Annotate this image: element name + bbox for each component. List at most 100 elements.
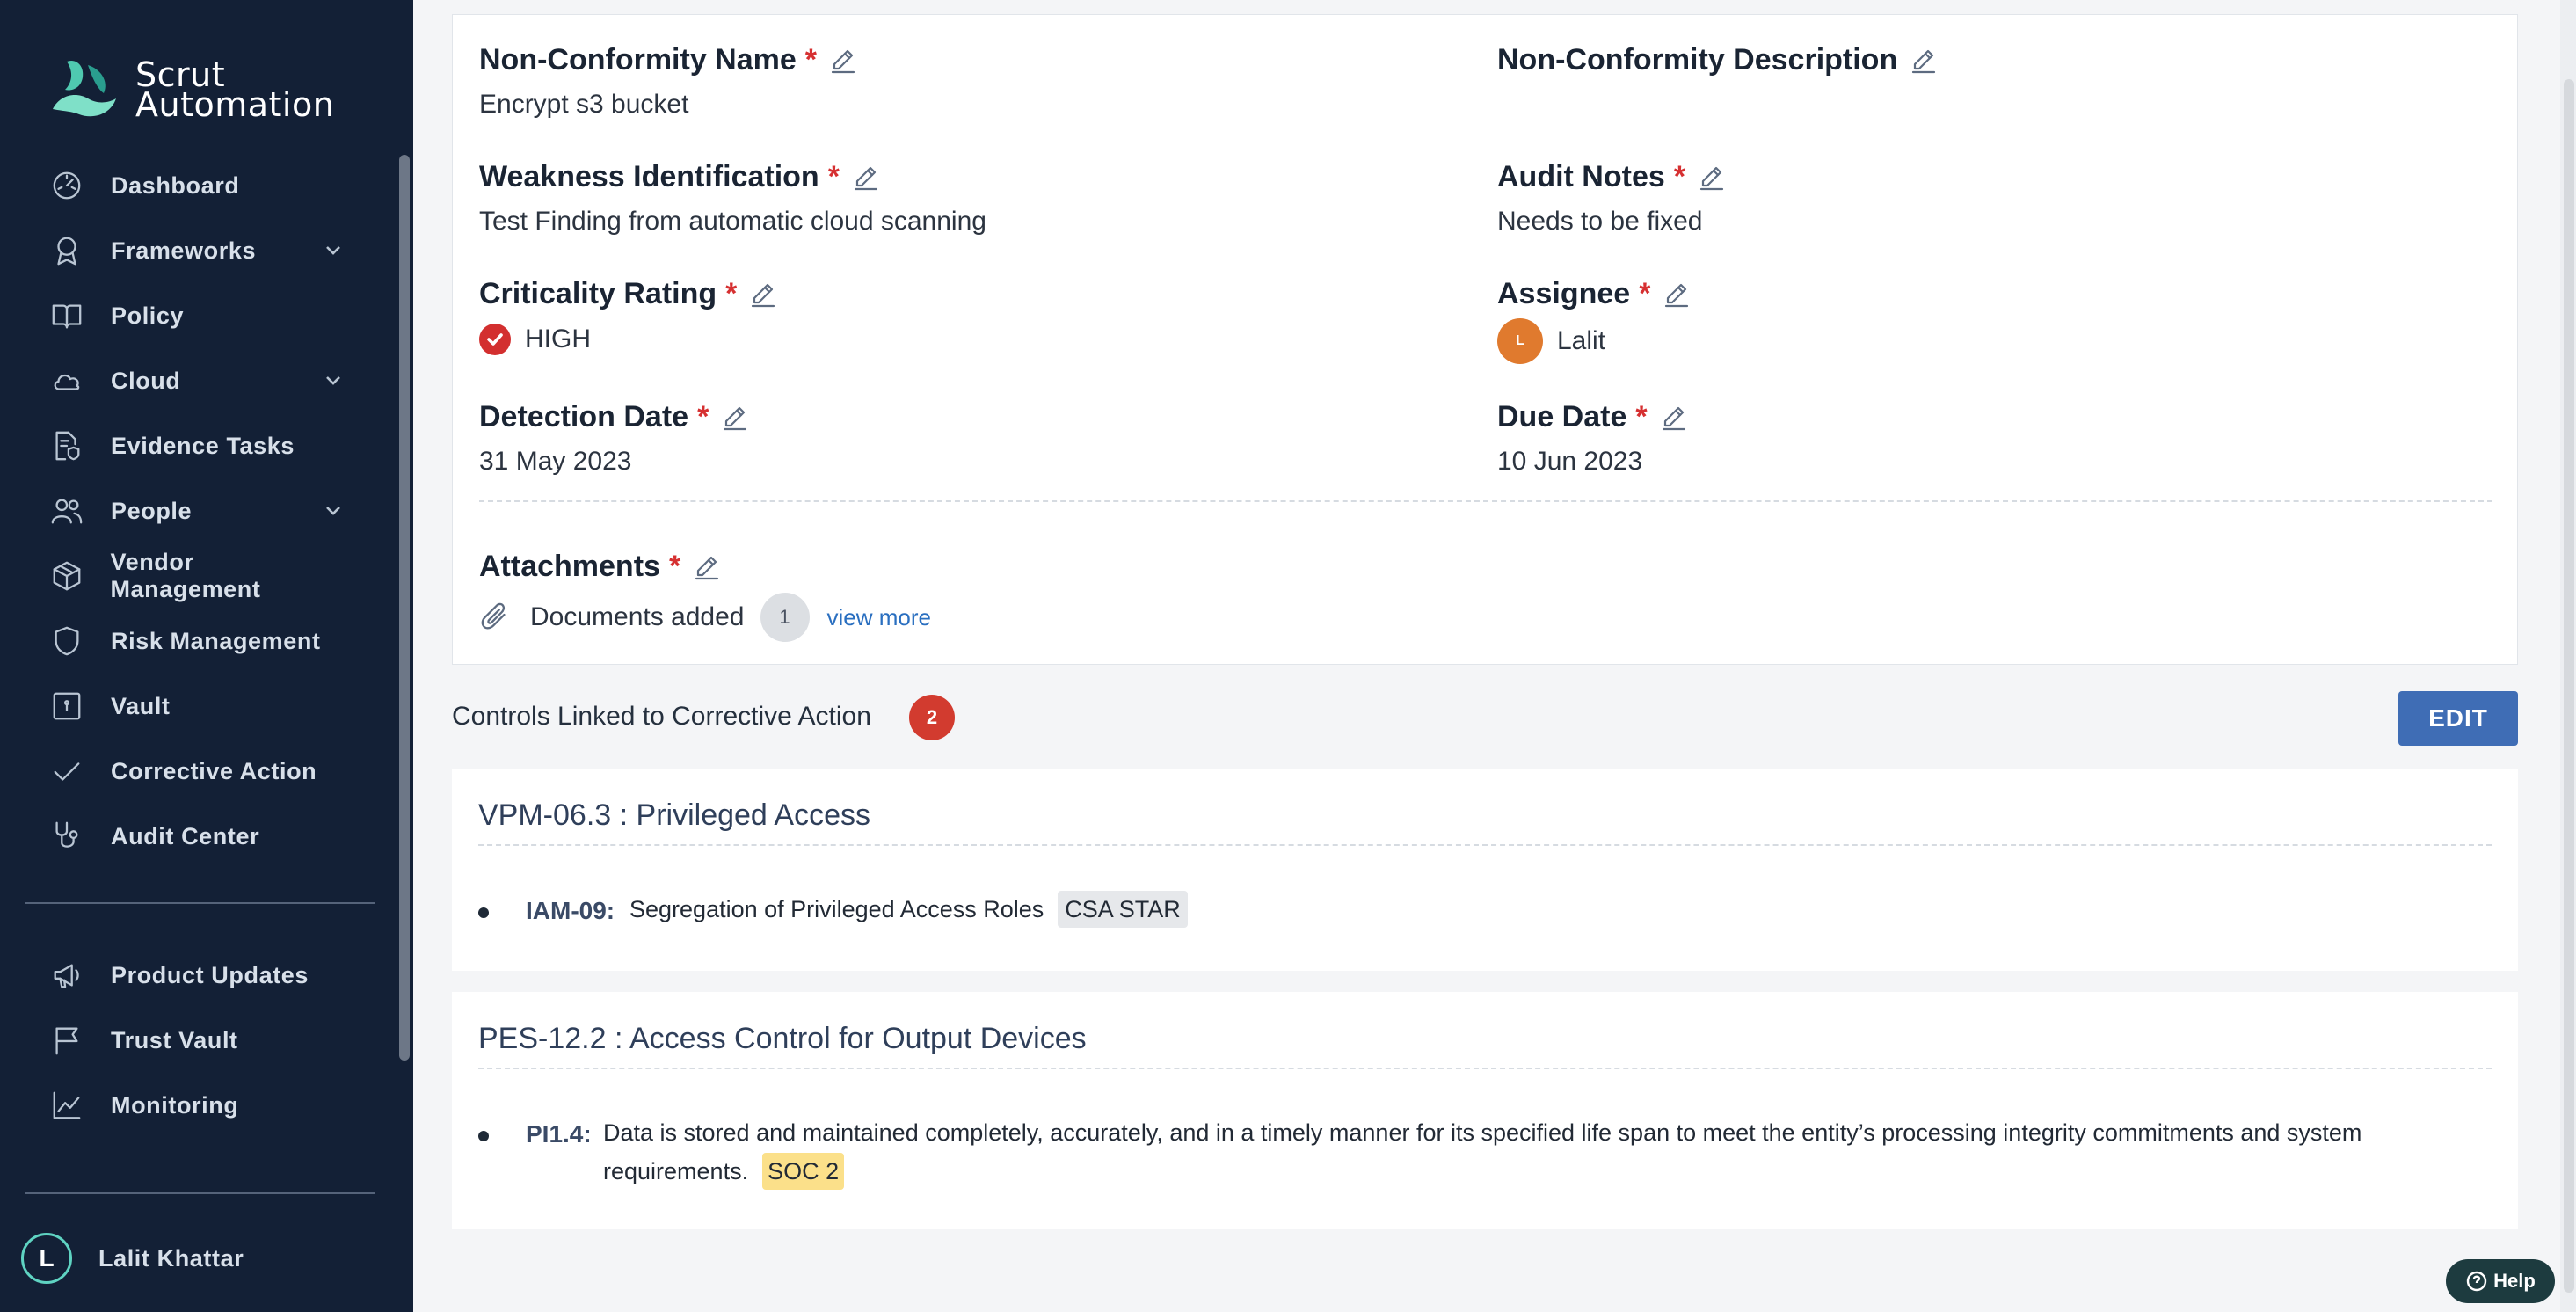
sidebar: Scrut Automation Dashboard Frameworks Po… <box>0 0 413 1312</box>
megaphone-icon <box>49 958 84 993</box>
sidebar-item-label: People <box>111 497 193 524</box>
sidebar-item-dashboard[interactable]: Dashboard <box>49 165 348 206</box>
field-value: Test Finding from automatic cloud scanni… <box>479 207 986 236</box>
brand-name-line2: Automation <box>135 85 335 124</box>
users-icon <box>49 493 84 528</box>
cloud-icon <box>49 363 84 398</box>
pencil-icon[interactable] <box>1698 163 1728 193</box>
avatar: L <box>21 1233 72 1284</box>
sidebar-item-product-updates[interactable]: Product Updates <box>49 955 348 995</box>
field-criticality-rating: Criticality Rating * HIGH <box>479 277 779 355</box>
field-label: Criticality Rating <box>479 277 717 310</box>
linked-control-text: Segregation of Privileged Access Roles <box>629 896 1044 922</box>
linked-control-code: PI1.4: <box>526 1120 592 1148</box>
field-audit-notes: Audit Notes * Needs to be fixed <box>1497 160 1728 237</box>
sidebar-item-evidence-tasks[interactable]: Evidence Tasks <box>49 426 348 466</box>
field-label: Detection Date <box>479 400 689 434</box>
sidebar-item-frameworks[interactable]: Frameworks <box>49 230 348 271</box>
edit-button[interactable]: EDIT <box>2398 691 2518 746</box>
control-card: PES-12.2 : Access Control for Output Dev… <box>452 992 2518 1229</box>
list-bullet <box>478 1131 489 1141</box>
field-value: 10 Jun 2023 <box>1497 447 1643 476</box>
stethoscope-icon <box>49 819 84 854</box>
pencil-icon[interactable] <box>749 280 779 310</box>
help-label: Help <box>2493 1270 2536 1292</box>
file-shield-icon <box>49 428 84 463</box>
pencil-icon[interactable] <box>1910 46 1939 76</box>
book-icon <box>49 298 84 333</box>
list-bullet <box>478 907 489 918</box>
sidebar-item-label: Vendor Management <box>110 549 261 602</box>
control-name: Access Control for Output Devices <box>629 1022 1087 1055</box>
field-value: 31 May 2023 <box>479 447 632 476</box>
chart-line-icon <box>49 1088 84 1123</box>
controls-section-title: Controls Linked to Corrective Action <box>452 702 871 731</box>
required-mark: * <box>1673 160 1686 193</box>
sidebar-item-label: Monitoring <box>111 1091 239 1119</box>
pencil-icon[interactable] <box>852 163 882 193</box>
field-due-date: Due Date * 10 Jun 2023 <box>1497 400 1690 477</box>
chevron-down-icon[interactable] <box>320 498 346 524</box>
framework-tag: SOC 2 <box>762 1153 845 1190</box>
brand-logo[interactable]: Scrut Automation <box>49 56 334 123</box>
sidebar-scrollbar[interactable] <box>399 155 410 1061</box>
required-mark: * <box>725 277 738 310</box>
main-scrollbar[interactable] <box>2560 0 2576 1312</box>
help-button[interactable]: Help <box>2446 1259 2555 1303</box>
check-circle-icon <box>479 324 511 355</box>
view-more-link[interactable]: view more <box>827 604 931 631</box>
field-assignee: Assignee * L Lalit <box>1497 277 1692 364</box>
field-label: Weakness Identification <box>479 160 819 193</box>
pencil-icon[interactable] <box>1660 403 1690 433</box>
sidebar-divider <box>25 902 375 904</box>
field-label: Non-Conformity Description <box>1497 43 1898 77</box>
section-divider <box>479 500 2492 502</box>
pencil-icon[interactable] <box>1663 280 1692 310</box>
vault-icon <box>49 689 84 724</box>
pencil-icon[interactable] <box>829 46 859 76</box>
linked-control-description: Segregation of Privileged Access Roles CS… <box>629 890 2458 929</box>
sidebar-item-label: Trust Vault <box>111 1026 238 1053</box>
sidebar-item-label: Dashboard <box>111 171 240 199</box>
required-mark: * <box>668 550 681 583</box>
sidebar-item-label: Corrective Action <box>111 757 317 784</box>
scrut-logo-icon <box>53 60 116 117</box>
dashboard-icon <box>49 168 84 203</box>
sidebar-item-corrective-action[interactable]: Corrective Action <box>49 751 348 791</box>
sidebar-item-vendor-management[interactable]: Vendor Management <box>49 549 348 602</box>
paperclip-icon <box>479 600 514 635</box>
linked-control-description: Data is stored and maintained completely… <box>603 1113 2458 1191</box>
required-mark: * <box>697 400 709 434</box>
sidebar-item-cloud[interactable]: Cloud <box>49 361 348 401</box>
main-scrollbar-thumb[interactable] <box>2564 79 2574 1293</box>
attachments-text: Documents added <box>530 602 745 631</box>
sidebar-item-trust-vault[interactable]: Trust Vault <box>49 1020 348 1061</box>
sidebar-divider <box>25 1192 375 1194</box>
user-profile[interactable]: L Lalit Khattar <box>21 1233 244 1284</box>
sidebar-item-audit-center[interactable]: Audit Center <box>49 816 348 856</box>
linked-control-text: Data is stored and maintained completely… <box>603 1119 2362 1184</box>
chevron-down-icon[interactable] <box>320 368 346 394</box>
field-attachments: Attachments * Documents added 1 view mor… <box>479 550 931 642</box>
question-circle-icon <box>2466 1271 2487 1292</box>
non-conformity-details-card: Non-Conformity Name * Encrypt s3 bucket … <box>452 14 2518 665</box>
framework-tag: CSA STAR <box>1058 891 1188 928</box>
sidebar-item-policy[interactable]: Policy <box>49 295 348 336</box>
sidebar-item-monitoring[interactable]: Monitoring <box>49 1085 348 1126</box>
required-mark: * <box>1639 277 1651 310</box>
chevron-down-icon[interactable] <box>320 237 346 264</box>
user-name: Lalit Khattar <box>98 1244 244 1272</box>
control-divider <box>478 844 2492 846</box>
sidebar-item-people[interactable]: People <box>49 491 348 531</box>
field-label: Assignee <box>1497 277 1631 310</box>
sidebar-item-vault[interactable]: Vault <box>49 686 348 726</box>
field-nc-description: Non-Conformity Description <box>1497 43 1939 90</box>
sidebar-item-risk-management[interactable]: Risk Management <box>49 621 348 661</box>
sidebar-item-label: Product Updates <box>111 961 309 988</box>
field-label: Due Date <box>1497 400 1627 434</box>
field-label: Audit Notes <box>1497 160 1665 193</box>
assignee-name: Lalit <box>1557 326 1606 355</box>
avatar: L <box>1497 318 1543 364</box>
pencil-icon[interactable] <box>721 403 751 433</box>
pencil-icon[interactable] <box>693 552 723 582</box>
